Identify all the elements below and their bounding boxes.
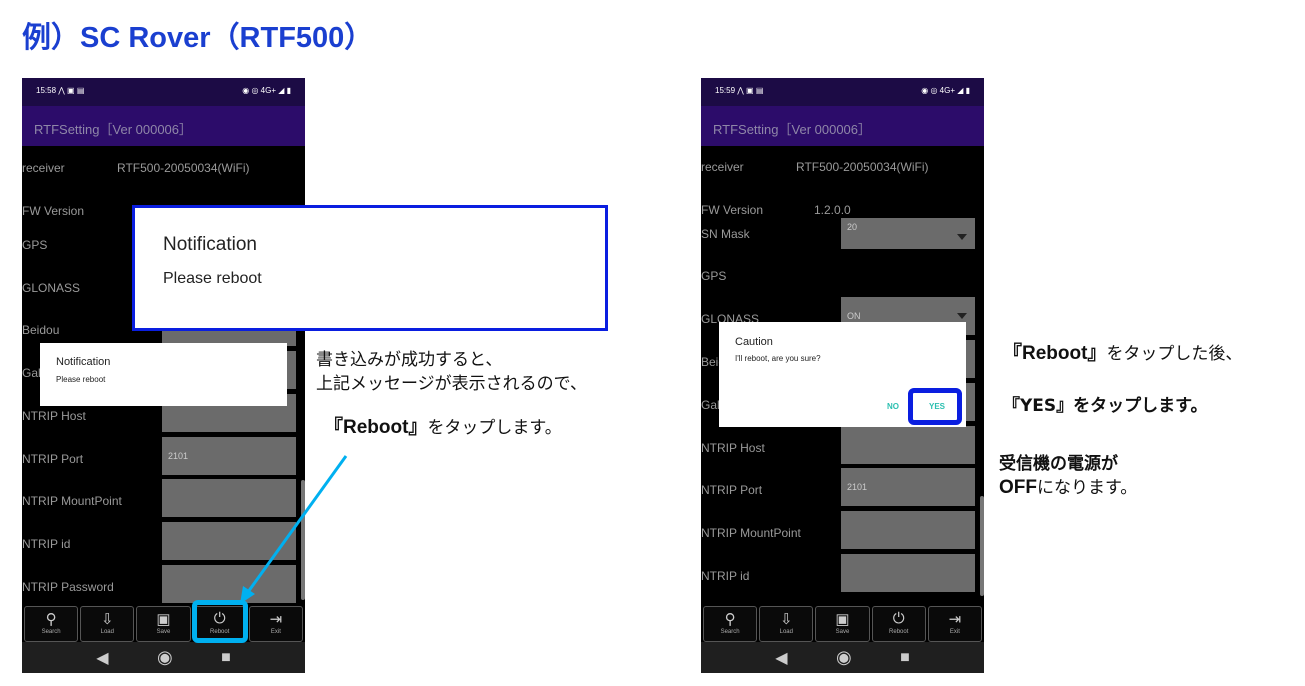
save-button[interactable]: ▣ Save	[815, 606, 870, 642]
label: Save	[835, 629, 850, 635]
yes-highlight	[908, 388, 962, 425]
note-text: をタップします。	[427, 418, 562, 438]
row-label: receiver	[701, 160, 744, 174]
label: Exit	[949, 629, 960, 635]
instruction-right: 『Reboot』をタップした後、 『YES』をタップします。	[1003, 342, 1242, 418]
load-button[interactable]: ⇩ Load	[759, 606, 814, 642]
status-bar: 15:59 ⋀ ▣ ▤ ◉ ◎ 4G+ ◢ ▮	[701, 78, 984, 106]
row-label: NTRIP id	[701, 569, 750, 583]
row-label: SN Mask	[701, 227, 750, 241]
label: Load	[779, 629, 793, 635]
note-bold: OFF	[999, 477, 1037, 498]
bottom-toolbar: ⚲ Search ⇩ Load ▣ Save ⏻ Reboot ⇥ Exit	[701, 606, 984, 642]
note-bold: 『Reboot』	[324, 417, 428, 438]
instruction-right-power: 受信機の電源が OFFになります。	[999, 452, 1137, 500]
label: Reboot	[889, 629, 909, 635]
row-label: GPS	[701, 269, 727, 283]
power-icon: ⏻	[892, 610, 905, 627]
row-label: NTRIP Host	[701, 441, 765, 455]
status-right-icons: ◉ ◎ 4G+ ◢ ▮	[921, 86, 970, 95]
row-value: RTF500-20050034(WiFi)	[796, 160, 929, 174]
app-title: RTFSetting［Ver 000006］	[701, 106, 984, 146]
row-label: NTRIP Port	[701, 483, 763, 497]
no-button[interactable]: NO	[887, 402, 899, 411]
search-button[interactable]: ⚲ Search	[703, 606, 758, 642]
back-icon[interactable]: ◀	[775, 648, 787, 668]
status-icons: ⋀ ▣ ▤	[737, 86, 764, 95]
note-bold: 『Reboot』	[1003, 343, 1107, 364]
dialog-title: Caution	[735, 336, 773, 348]
status-time: 15:59	[715, 86, 736, 95]
exit-button[interactable]: ⇥ Exit	[927, 606, 983, 642]
recents-icon[interactable]: ■	[900, 649, 910, 667]
row-label: NTRIP MountPoint	[701, 526, 801, 540]
ntrip-mountpoint-input[interactable]	[841, 511, 975, 549]
note-text: になります。	[1037, 478, 1138, 498]
home-icon[interactable]: ◉	[836, 647, 852, 668]
pointer-arrow	[246, 455, 348, 593]
reboot-button[interactable]: ⏻ Reboot	[871, 606, 926, 642]
note-line: 上記メッセージが表示されるので、	[316, 374, 587, 394]
ntrip-port-input[interactable]: 2101	[841, 468, 975, 506]
load-icon: ⇩	[780, 611, 793, 628]
sn-mask-dropdown[interactable]: 20	[841, 218, 975, 249]
save-icon: ▣	[835, 611, 850, 628]
ntrip-id-input[interactable]	[841, 554, 975, 592]
scrollbar[interactable]	[980, 496, 984, 596]
instruction-left: 書き込みが成功すると、 上記メッセージが表示されるので、 『Reboot』をタッ…	[316, 348, 587, 440]
right-phone-screenshot: 15:59 ⋀ ▣ ▤ ◉ ◎ 4G+ ◢ ▮ RTFSetting［Ver 00…	[701, 78, 984, 673]
search-icon: ⚲	[724, 611, 736, 628]
row-value: 1.2.0.0	[814, 203, 851, 217]
note-line: 『YES』をタップします。	[1003, 396, 1208, 416]
exit-icon: ⇥	[948, 611, 962, 628]
label: Search	[720, 629, 740, 635]
note-line: 書き込みが成功すると、	[316, 350, 503, 370]
note-line: 受信機の電源が	[999, 454, 1118, 474]
android-nav-bar: ◀ ◉ ■	[701, 642, 984, 673]
note-text: をタップした後、	[1106, 344, 1243, 364]
dialog-message: I'll reboot, are you sure?	[735, 354, 821, 363]
ntrip-host-input[interactable]	[841, 426, 975, 464]
row-label: FW Version	[701, 203, 764, 217]
arrow-head	[240, 586, 255, 604]
